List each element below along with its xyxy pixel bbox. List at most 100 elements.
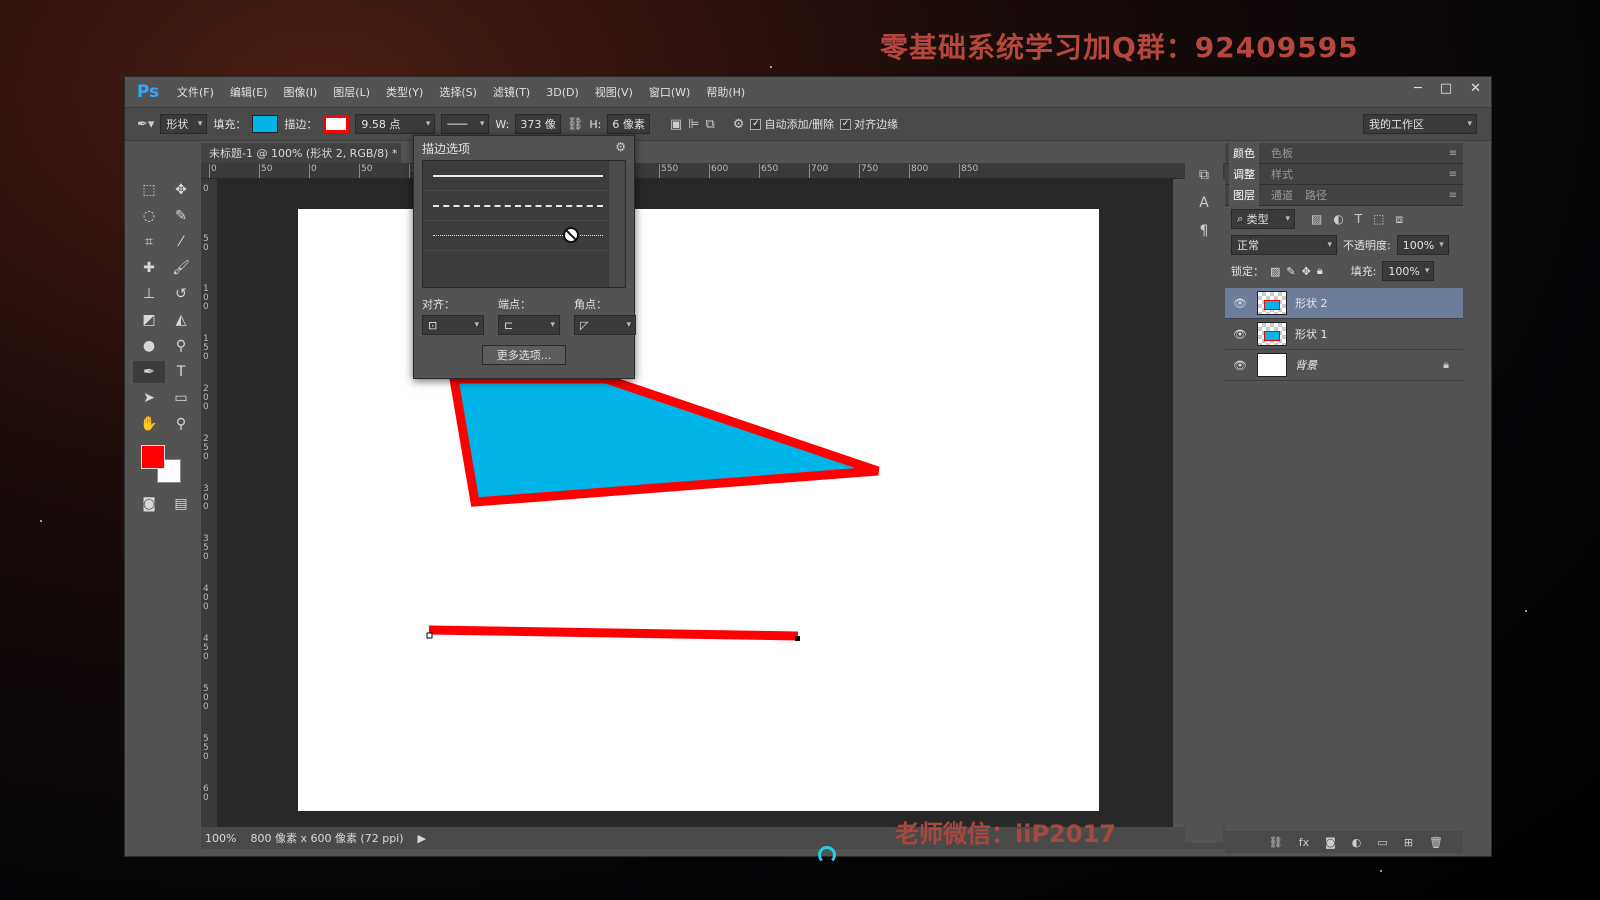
panel-menu-icon[interactable]: ≡ [1449, 190, 1457, 201]
type-tool-icon[interactable]: T [165, 361, 197, 383]
caps-select[interactable]: ⊏ [498, 315, 560, 335]
character-panel-icon[interactable]: A [1199, 195, 1209, 211]
shape-layer-filter-icon[interactable]: ⬚ [1373, 212, 1384, 227]
tab-styles[interactable]: 样式 [1271, 166, 1293, 182]
play-arrow-icon[interactable]: ▶ [418, 832, 426, 845]
link-icon[interactable]: ⛓ [567, 117, 584, 132]
zoom-level[interactable]: 100% [205, 832, 236, 845]
new-group-icon[interactable]: ▭ [1377, 836, 1387, 849]
layer-row-shape-2[interactable]: 👁︎ 形状 2 [1225, 288, 1463, 319]
screen-mode-icon[interactable]: ▤ [165, 493, 197, 515]
tab-adjustments[interactable]: 调整 [1229, 163, 1259, 185]
clone-stamp-tool-icon[interactable]: ⊥ [133, 283, 165, 305]
corners-select[interactable]: ◸ [574, 315, 636, 335]
type-layer-filter-icon[interactable]: T [1355, 212, 1362, 227]
auto-add-delete-checkbox[interactable]: ✓ 自动添加/删除 [750, 116, 834, 132]
menu-filter[interactable]: 滤镜(T) [485, 84, 538, 100]
menu-layer[interactable]: 图层(L) [325, 84, 378, 100]
new-layer-icon[interactable]: ⊞ [1404, 836, 1413, 849]
layer-filter-select[interactable]: ⌕ 类型 [1231, 209, 1295, 229]
menu-file[interactable]: 文件(F) [169, 84, 222, 100]
red-line-shape[interactable] [428, 625, 799, 641]
quick-mask-icon[interactable]: ◙ [133, 493, 165, 515]
move-tool-icon[interactable]: ✥ [165, 179, 197, 201]
rectangle-tool-icon[interactable]: ▭ [165, 387, 197, 409]
stroke-style-dashed[interactable] [423, 191, 625, 221]
anchor-point-start[interactable] [426, 632, 433, 639]
menu-3d[interactable]: 3D(D) [538, 86, 587, 99]
menu-edit[interactable]: 编辑(E) [222, 84, 276, 100]
blur-tool-icon[interactable]: ● [133, 335, 165, 357]
stroke-list-scrollbar[interactable] [609, 161, 625, 287]
dodge-tool-icon[interactable]: ⚲ [165, 335, 197, 357]
fill-opacity-input[interactable]: 100% [1382, 261, 1435, 281]
pixel-layer-filter-icon[interactable]: ▨ [1311, 212, 1322, 227]
path-selection-tool-icon[interactable]: ➤ [133, 387, 165, 409]
panel-menu-icon[interactable]: ≡ [1449, 169, 1457, 180]
path-operations-icon[interactable]: ▣ [670, 117, 682, 132]
pen-tool-icon[interactable]: ✒ [133, 361, 165, 383]
layer-row-shape-1[interactable]: 👁︎ 形状 1 [1225, 319, 1463, 350]
tool-mode-select[interactable]: 形状 [160, 114, 208, 134]
opacity-input[interactable]: 100% [1396, 235, 1449, 255]
stroke-width-input[interactable]: 9.58 点 [355, 114, 436, 134]
adjustment-layer-filter-icon[interactable]: ◐ [1333, 212, 1343, 227]
menu-view[interactable]: 视图(V) [587, 84, 641, 100]
menu-image[interactable]: 图像(I) [275, 84, 325, 100]
smart-object-filter-icon[interactable]: ⧈ [1396, 212, 1404, 227]
stroke-color-swatch[interactable] [323, 115, 350, 133]
tab-color[interactable]: 颜色 [1229, 142, 1259, 164]
menu-window[interactable]: 窗口(W) [641, 84, 698, 100]
add-mask-icon[interactable]: ◙ [1325, 836, 1336, 849]
lock-all-icon[interactable]: 🔒︎ [1317, 264, 1323, 278]
zoom-tool-icon[interactable]: ⚲ [165, 413, 197, 435]
healing-brush-tool-icon[interactable]: ✚ [133, 257, 165, 279]
delete-layer-icon[interactable]: 🗑︎ [1429, 836, 1443, 849]
paragraph-panel-icon[interactable]: ¶ [1200, 223, 1209, 239]
brush-tool-icon[interactable]: 🖌 [165, 257, 197, 279]
anchor-point-end[interactable] [795, 636, 800, 641]
tab-paths[interactable]: 路径 [1305, 187, 1327, 203]
blend-mode-select[interactable]: 正常 [1231, 235, 1337, 255]
maximize-button[interactable]: □ [1440, 81, 1452, 96]
tab-swatches[interactable]: 色板 [1271, 145, 1293, 161]
new-adjustment-icon[interactable]: ◐ [1352, 836, 1362, 849]
stroke-type-select[interactable]: ─── [441, 114, 490, 134]
lock-position-icon[interactable]: ✥ [1302, 265, 1311, 278]
eyedropper-tool-icon[interactable]: ⁄ [165, 231, 197, 253]
eye-icon[interactable]: 👁︎ [1231, 359, 1249, 372]
panel-menu-icon[interactable]: ≡ [1449, 148, 1457, 159]
lock-pixels-icon[interactable]: ✎ [1286, 265, 1295, 278]
link-layers-icon[interactable]: ⛓ [1269, 836, 1283, 849]
gear-icon[interactable]: ⚙ [733, 117, 745, 132]
foreground-color-swatch[interactable] [141, 445, 165, 469]
layer-row-background[interactable]: 👁︎ 背景 🔒︎ [1225, 350, 1463, 381]
path-alignment-icon[interactable]: ⊫ [688, 117, 699, 132]
align-edges-checkbox[interactable]: ✓ 对齐边缘 [840, 116, 898, 132]
tab-channels[interactable]: 通道 [1271, 187, 1293, 203]
layer-style-icon[interactable]: fx [1299, 836, 1309, 849]
close-button[interactable]: ✕ [1470, 81, 1481, 96]
document-tab[interactable]: 未标题-1 @ 100% (形状 2, RGB/8) * [201, 143, 401, 163]
crop-tool-icon[interactable]: ⌗ [133, 231, 165, 253]
gear-icon[interactable]: ⚙ [615, 140, 626, 154]
stroke-style-solid[interactable] [423, 161, 625, 191]
marquee-tool-icon[interactable]: ⬚ [133, 179, 165, 201]
path-arrangement-icon[interactable]: ⧉ [706, 117, 715, 132]
minimize-button[interactable]: ─ [1414, 81, 1422, 96]
menu-help[interactable]: 帮助(H) [698, 84, 753, 100]
workspace-select[interactable]: 我的工作区 [1363, 114, 1477, 134]
align-select[interactable]: ⊡ [422, 315, 484, 335]
quick-select-tool-icon[interactable]: ✎ [165, 205, 197, 227]
tab-layers[interactable]: 图层 [1229, 184, 1259, 206]
menu-type[interactable]: 类型(Y) [378, 84, 431, 100]
blue-trapezoid-shape[interactable] [448, 374, 880, 507]
history-panel-icon[interactable]: ⧉ [1199, 167, 1209, 183]
eraser-tool-icon[interactable]: ◩ [133, 309, 165, 331]
pen-tool-preset-icon[interactable]: ✒▾ [137, 117, 154, 132]
paint-bucket-tool-icon[interactable]: ◭ [165, 309, 197, 331]
menu-select[interactable]: 选择(S) [431, 84, 485, 100]
width-input[interactable]: 373 像 [515, 114, 561, 134]
lock-transparency-icon[interactable]: ▨ [1270, 265, 1280, 278]
eye-icon[interactable]: 👁︎ [1231, 328, 1249, 341]
